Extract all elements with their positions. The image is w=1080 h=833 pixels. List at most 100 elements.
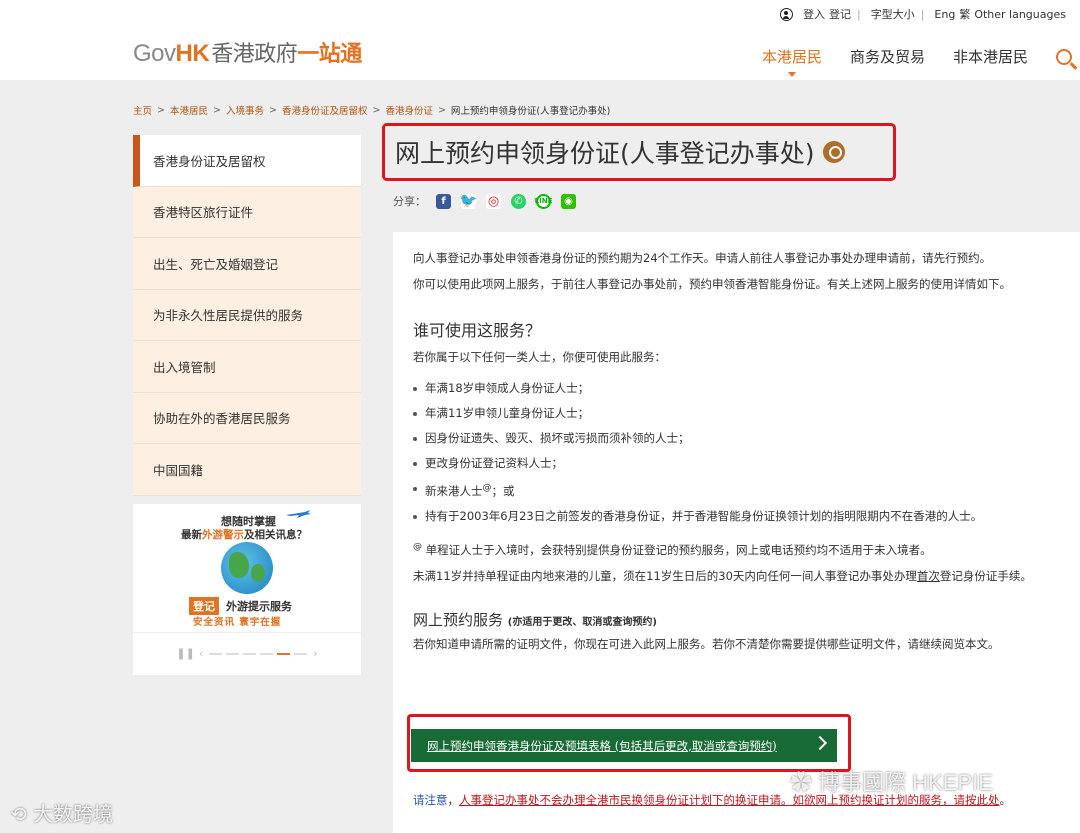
promo-register-badge: 登记 xyxy=(189,596,219,615)
footnote-text: 单程证人士于入境时，会获特别提供身份证登记的预约服务，网上或电话预约均不适用于未… xyxy=(422,542,932,557)
breadcrumb-sep: > xyxy=(157,104,165,116)
logo-cn-b: 一站通 xyxy=(297,42,362,67)
breadcrumb-home[interactable]: 主页 xyxy=(133,103,152,117)
font-size-link[interactable]: 字型大小 xyxy=(871,6,915,22)
child-note-b: 登记身份证手续。 xyxy=(939,568,1032,583)
footnote-marker: @ xyxy=(482,483,492,493)
sidebar-item-travel-documents[interactable]: 香港特区旅行证件 xyxy=(133,186,361,238)
sidebar-item-assistance-outside[interactable]: 协助在外的香港居民服务 xyxy=(133,392,361,444)
pager-dot[interactable] xyxy=(260,652,274,655)
separator: | xyxy=(920,7,925,21)
child-note-underlined: 首次 xyxy=(916,568,940,583)
sidebar-item-non-permanent-services[interactable]: 为非永久性居民提供的服务 xyxy=(133,289,361,341)
site-header: 登入 登记 | 字型大小 | Eng 繁 Other languages Gov… xyxy=(0,0,1080,80)
promo-line2-a: 最新 xyxy=(181,528,202,541)
lang-en-link[interactable]: Eng xyxy=(934,8,955,21)
intro-paragraph-2: 你可以使用此项网上服务，于前往人事登记办事处前，预约申领香港智能身份证。有关上述… xyxy=(413,277,1011,291)
list-item-suffix: ；或 xyxy=(491,483,515,498)
pager-dot[interactable] xyxy=(243,652,257,655)
chevron-right-icon[interactable]: › xyxy=(313,647,317,660)
promo-subtitle: 安全资讯 寰宇在握 xyxy=(193,616,282,628)
list-item: 持有于2003年6月23日之前签发的香港身份证，并于香港智能身份证换领计划的指明… xyxy=(413,504,1080,529)
share-label: 分享： xyxy=(393,195,426,208)
sidebar-item-chinese-nationality[interactable]: 中国国籍 xyxy=(133,444,361,496)
list-item: 年满11岁申领儿童身份证人士； xyxy=(413,401,1080,426)
list-item: 新来港人士@；或 xyxy=(413,476,1080,504)
footnote: @ 单程证人士于入境时，会获特别提供身份证登记的预约服务，网上或电话预约均不适用… xyxy=(413,539,1053,559)
sidebar-item-id-and-abode[interactable]: 香港身份证及居留权 xyxy=(133,135,361,187)
child-note: 未满11岁并持单程证由内地来港的儿童，须在11岁生日后的30天内向任何一间人事登… xyxy=(413,568,1053,585)
share-bar: 分享： f 🐦 ◎ ✆ LINE ◉ xyxy=(393,193,586,209)
facebook-icon[interactable]: f xyxy=(436,193,451,209)
note-separator: ， xyxy=(447,793,460,807)
child-note-a: 未满11岁并持单程证由内地来港的儿童，须在11岁生日后的30天内向任何一间人事登… xyxy=(413,568,917,583)
lang-tc-link[interactable]: 繁 xyxy=(959,6,970,22)
chevron-left-icon[interactable]: ‹ xyxy=(199,647,203,660)
logo-hk: HK xyxy=(175,40,210,67)
nav-non-residents[interactable]: 非本港居民 xyxy=(953,46,1028,67)
who-can-use-text: 若你属于以下任何一类人士，你便可使用此服务： xyxy=(413,350,666,364)
chevron-right-icon xyxy=(812,735,828,751)
list-item: 更改身份证登记资料人士； xyxy=(413,451,1080,476)
search-icon[interactable] xyxy=(1056,48,1072,65)
wechat-icon[interactable]: ◉ xyxy=(561,193,576,209)
breadcrumb-sep: > xyxy=(372,104,381,116)
online-booking-button[interactable]: 网上预约申领香港身份证及预填表格 (包括其后更改,取消或查询预约) xyxy=(411,729,837,762)
airplane-icon xyxy=(286,509,311,518)
sidebar: 香港身份证及居留权 香港特区旅行证件 出生、死亡及婚姻登记 为非永久性居民提供的… xyxy=(133,135,361,675)
login-link[interactable]: 登入 xyxy=(803,6,825,22)
page-title: 网上预约申领身份证(人事登记办事处) xyxy=(395,139,815,168)
footnote-marker: @ xyxy=(413,541,422,552)
nav-business[interactable]: 商务及贸易 xyxy=(850,46,925,67)
watermark-left: ⟲ 大数跨境 xyxy=(10,798,113,827)
breadcrumb-residents[interactable]: 本港居民 xyxy=(170,103,208,117)
wechat-icon: ✿ xyxy=(790,770,819,795)
breadcrumb-sep: > xyxy=(268,104,277,116)
nav-residents[interactable]: 本港居民 xyxy=(762,46,822,77)
online-service-title: 网上预约服务 xyxy=(413,610,504,629)
govhk-logo[interactable]: Gov HK 香港政府 一站通 xyxy=(133,36,362,68)
watermark-right: ✿ 博事國際 HKEPIE xyxy=(790,765,993,797)
watermark-left-text: 大数跨境 xyxy=(33,802,114,826)
logo-gov: Gov xyxy=(133,40,176,67)
online-service-text: 若你知道申请所需的证明文件，你现在可进入此网上服务。若你不清楚你需要提供哪些证明… xyxy=(413,636,1000,651)
travel-alert-banner[interactable]: 想随时掌握 最新外游警示及相关讯息？ 登记 外游提示服务 安全资讯 寰宇在握 xyxy=(133,503,361,632)
main-nav: 本港居民 商务及贸易 非本港居民 xyxy=(762,46,1080,77)
intro-paragraph-1: 向人事登记办事处申领香港身份证的预约期为24个工作天。申请人前往人事登记办事处办… xyxy=(413,251,992,265)
other-languages-link[interactable]: Other languages xyxy=(974,8,1066,21)
watermark-right-text: 博事國際 HKEPIE xyxy=(818,770,993,795)
breadcrumb-id-and-abode[interactable]: 香港身份证及居留权 xyxy=(282,103,368,117)
sidebar-item-births-deaths-marriages[interactable]: 出生、死亡及婚姻登记 xyxy=(133,238,361,290)
pager-dot[interactable] xyxy=(294,652,308,655)
twitter-icon[interactable]: 🐦 xyxy=(460,193,477,209)
globe-icon xyxy=(221,541,273,594)
pager-dot[interactable] xyxy=(226,652,240,655)
note-label: 请注意 xyxy=(413,793,448,807)
sidebar-item-immigration-control[interactable]: 出入境管制 xyxy=(133,341,361,393)
eligibility-list: 年满18岁申领成人身份证人士； 年满11岁申领儿童身份证人士； 因身份证遗失、毁… xyxy=(413,376,1080,529)
promo-line2-warning: 外游警示 xyxy=(202,528,244,541)
location-icon[interactable] xyxy=(822,141,845,163)
promo-service-name: 外游提示服务 xyxy=(226,599,292,613)
pause-icon[interactable]: ❚❚ xyxy=(176,647,194,660)
breadcrumb-id-card[interactable]: 香港身份证 xyxy=(385,103,433,117)
pager-dot-active[interactable] xyxy=(277,652,291,655)
breadcrumb: 主页 > 本港居民 > 入境事务 > 香港身份证及居留权 > 香港身份证 > 网… xyxy=(133,103,610,118)
online-service-heading: 网上预约服务 (亦适用于更改、取消或查询预约) xyxy=(413,609,1080,630)
online-booking-button-label: 网上预约申领香港身份证及预填表格 (包括其后更改,取消或查询预约) xyxy=(427,738,777,753)
note-end: 。 xyxy=(999,793,1012,807)
line-icon[interactable]: LINE xyxy=(535,193,552,209)
register-link[interactable]: 登记 xyxy=(829,6,851,22)
user-icon xyxy=(779,7,793,21)
pager-dot[interactable] xyxy=(209,652,223,655)
utility-bar: 登入 登记 | 字型大小 | Eng 繁 Other languages xyxy=(776,6,1066,22)
weibo-icon[interactable]: ◎ xyxy=(486,193,501,209)
breadcrumb-immigration[interactable]: 入境事务 xyxy=(226,103,264,117)
online-service-subtitle: (亦适用于更改、取消或查询预约) xyxy=(507,616,657,628)
breadcrumb-sep: > xyxy=(213,104,221,116)
logo-cn-a: 香港政府 xyxy=(211,42,298,67)
whatsapp-icon[interactable]: ✆ xyxy=(511,193,526,209)
separator: | xyxy=(856,7,861,21)
list-item: 年满18岁申领成人身份证人士； xyxy=(413,376,1080,401)
promo-line2-c: 及相关讯息？ xyxy=(244,528,307,541)
